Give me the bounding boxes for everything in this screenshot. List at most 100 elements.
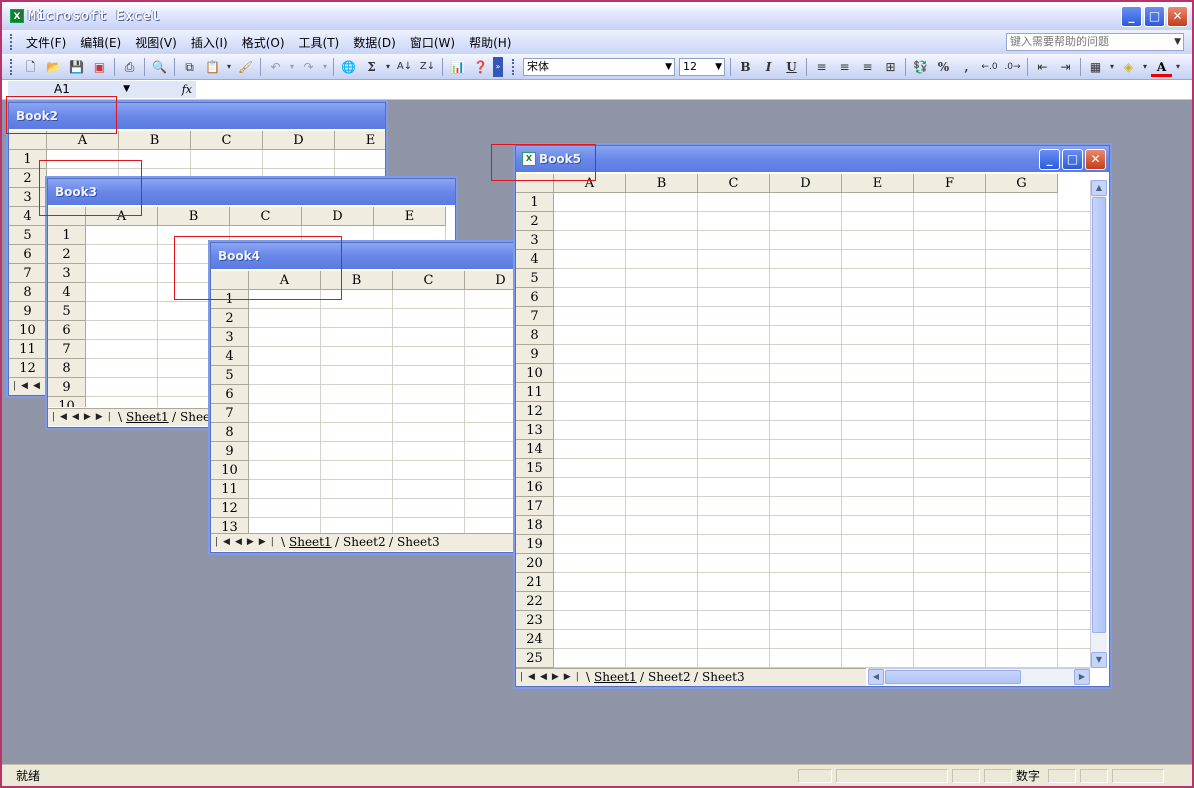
fill-color-dropdown-icon[interactable]: ▾ (1141, 57, 1149, 77)
chevron-down-icon[interactable]: ▼ (665, 59, 672, 75)
row-header[interactable]: 11 (211, 480, 249, 499)
menu-item[interactable]: 数据(D) (346, 32, 403, 53)
scrollbar-thumb[interactable] (885, 670, 1021, 684)
row-header[interactable]: 9 (48, 378, 86, 397)
menu-item[interactable]: 工具(T) (292, 32, 347, 53)
close-button[interactable]: ✕ (1085, 149, 1106, 170)
merge-center-icon[interactable]: ⊞ (880, 57, 901, 77)
row-header[interactable]: 1 (516, 193, 554, 212)
minimize-button[interactable]: _ (1039, 149, 1060, 170)
toolbar-grip[interactable] (10, 58, 13, 75)
font-name-select[interactable]: 宋体 ▼ (523, 57, 675, 76)
scroll-down-icon[interactable]: ▼ (1091, 652, 1107, 668)
help-icon[interactable]: ❓ (470, 57, 491, 77)
maximize-button[interactable]: □ (1062, 149, 1083, 170)
sort-descending-icon[interactable]: Z↓ (417, 57, 438, 77)
sheet-nav-buttons[interactable]: |◀◀ (13, 378, 45, 395)
sheet-tab[interactable]: Sheet1 (126, 409, 169, 426)
row-header[interactable]: 4 (48, 283, 86, 302)
row-header[interactable]: 15 (516, 459, 554, 478)
row-header[interactable]: 5 (516, 269, 554, 288)
currency-icon[interactable]: 💱 (910, 57, 931, 77)
increase-decimal-icon[interactable]: ←.0 (979, 57, 1000, 77)
open-icon[interactable]: 📂 (43, 57, 64, 77)
row-header[interactable]: 6 (48, 321, 86, 340)
row-header[interactable]: 14 (516, 440, 554, 459)
column-header[interactable]: B (119, 131, 191, 150)
help-search-input[interactable]: 键入需要帮助的问题 ▼ (1006, 33, 1184, 51)
column-header[interactable]: C (698, 174, 770, 193)
excel-icon[interactable]: X (10, 9, 24, 23)
column-header[interactable]: D (263, 131, 335, 150)
sheet-grid[interactable]: A B C D E F G 1 2 3 4 5 6 7 8 9 10 11 12 13 14 15 16 17 18 19 20 21… (516, 174, 1090, 668)
column-header[interactable]: G (986, 174, 1058, 193)
permission-icon[interactable]: ▣ (89, 57, 110, 77)
insert-function-button[interactable]: fx (134, 81, 196, 98)
row-header[interactable]: 3 (516, 231, 554, 250)
row-header[interactable]: 8 (9, 283, 47, 302)
sort-ascending-icon[interactable]: A↓ (394, 57, 415, 77)
column-header[interactable]: B (626, 174, 698, 193)
chevron-down-icon[interactable]: ▼ (123, 81, 130, 98)
row-header[interactable]: 22 (516, 592, 554, 611)
sheet-tab[interactable]: Sheet1 (289, 534, 332, 551)
sheet-nav-buttons[interactable]: |◀◀▶▶| (52, 409, 116, 426)
row-header[interactable]: 3 (211, 328, 249, 347)
borders-dropdown-icon[interactable]: ▾ (1108, 57, 1116, 77)
column-header[interactable]: B (158, 207, 230, 226)
row-header[interactable]: 19 (516, 535, 554, 554)
sheet-nav-buttons[interactable]: |◀◀▶▶| (520, 669, 584, 686)
research-icon[interactable]: 🔍 (149, 57, 170, 77)
row-header[interactable]: 2 (48, 245, 86, 264)
row-header[interactable]: 5 (48, 302, 86, 321)
redo-icon[interactable]: ↷ (298, 57, 319, 77)
column-header[interactable]: D (770, 174, 842, 193)
align-left-icon[interactable]: ≡ (811, 57, 832, 77)
row-header[interactable]: 12 (9, 359, 47, 378)
row-header[interactable]: 7 (48, 340, 86, 359)
horizontal-scrollbar[interactable]: ◀ ▶ (868, 668, 1090, 685)
row-header[interactable]: 11 (516, 383, 554, 402)
print-icon[interactable]: ⎙ (119, 57, 140, 77)
row-header[interactable]: 10 (211, 461, 249, 480)
close-button[interactable]: ✕ (1167, 6, 1188, 27)
row-header[interactable]: 8 (211, 423, 249, 442)
row-header[interactable]: 20 (516, 554, 554, 573)
maximize-button[interactable]: □ (1144, 6, 1165, 27)
row-header[interactable]: 23 (516, 611, 554, 630)
row-header[interactable]: 21 (516, 573, 554, 592)
row-header[interactable]: 17 (516, 497, 554, 516)
menu-item[interactable]: 格式(O) (235, 32, 292, 53)
row-header[interactable]: 6 (9, 245, 47, 264)
scroll-up-icon[interactable]: ▲ (1091, 180, 1107, 196)
menu-grip[interactable] (10, 34, 13, 50)
align-right-icon[interactable]: ≡ (857, 57, 878, 77)
format-painter-icon[interactable]: 🖌 (235, 57, 256, 77)
undo-icon[interactable]: ↶ (265, 57, 286, 77)
comma-button[interactable]: , (956, 57, 977, 77)
sheet-nav-buttons[interactable]: |◀◀▶▶| (215, 534, 279, 551)
row-header[interactable]: 9 (516, 345, 554, 364)
copy-icon[interactable]: ⧉ (179, 57, 200, 77)
font-color-dropdown-icon[interactable]: ▾ (1174, 57, 1182, 77)
column-header[interactable]: C (230, 207, 302, 226)
autosum-icon[interactable]: Σ (361, 57, 382, 77)
row-header[interactable]: 5 (211, 366, 249, 385)
row-header[interactable]: 9 (211, 442, 249, 461)
row-header[interactable]: 7 (516, 307, 554, 326)
row-header[interactable]: 8 (516, 326, 554, 345)
row-header[interactable]: 12 (211, 499, 249, 518)
fill-color-icon[interactable]: ◈ (1118, 57, 1139, 77)
scrollbar-thumb[interactable] (1092, 197, 1106, 633)
column-header[interactable]: C (191, 131, 263, 150)
increase-indent-icon[interactable]: ⇥ (1055, 57, 1076, 77)
column-header[interactable]: C (393, 271, 465, 290)
window-title-bar[interactable]: X Book5 _ □ ✕ (516, 146, 1109, 172)
row-header[interactable]: 10 (9, 321, 47, 340)
sheet-tab[interactable]: Sheet2 (343, 534, 386, 551)
column-header[interactable]: E (335, 131, 385, 150)
column-header[interactable]: F (914, 174, 986, 193)
toolbar-options-icon[interactable]: » (493, 56, 503, 77)
vertical-scrollbar[interactable]: ▲ ▼ (1090, 180, 1107, 668)
column-header[interactable]: E (842, 174, 914, 193)
